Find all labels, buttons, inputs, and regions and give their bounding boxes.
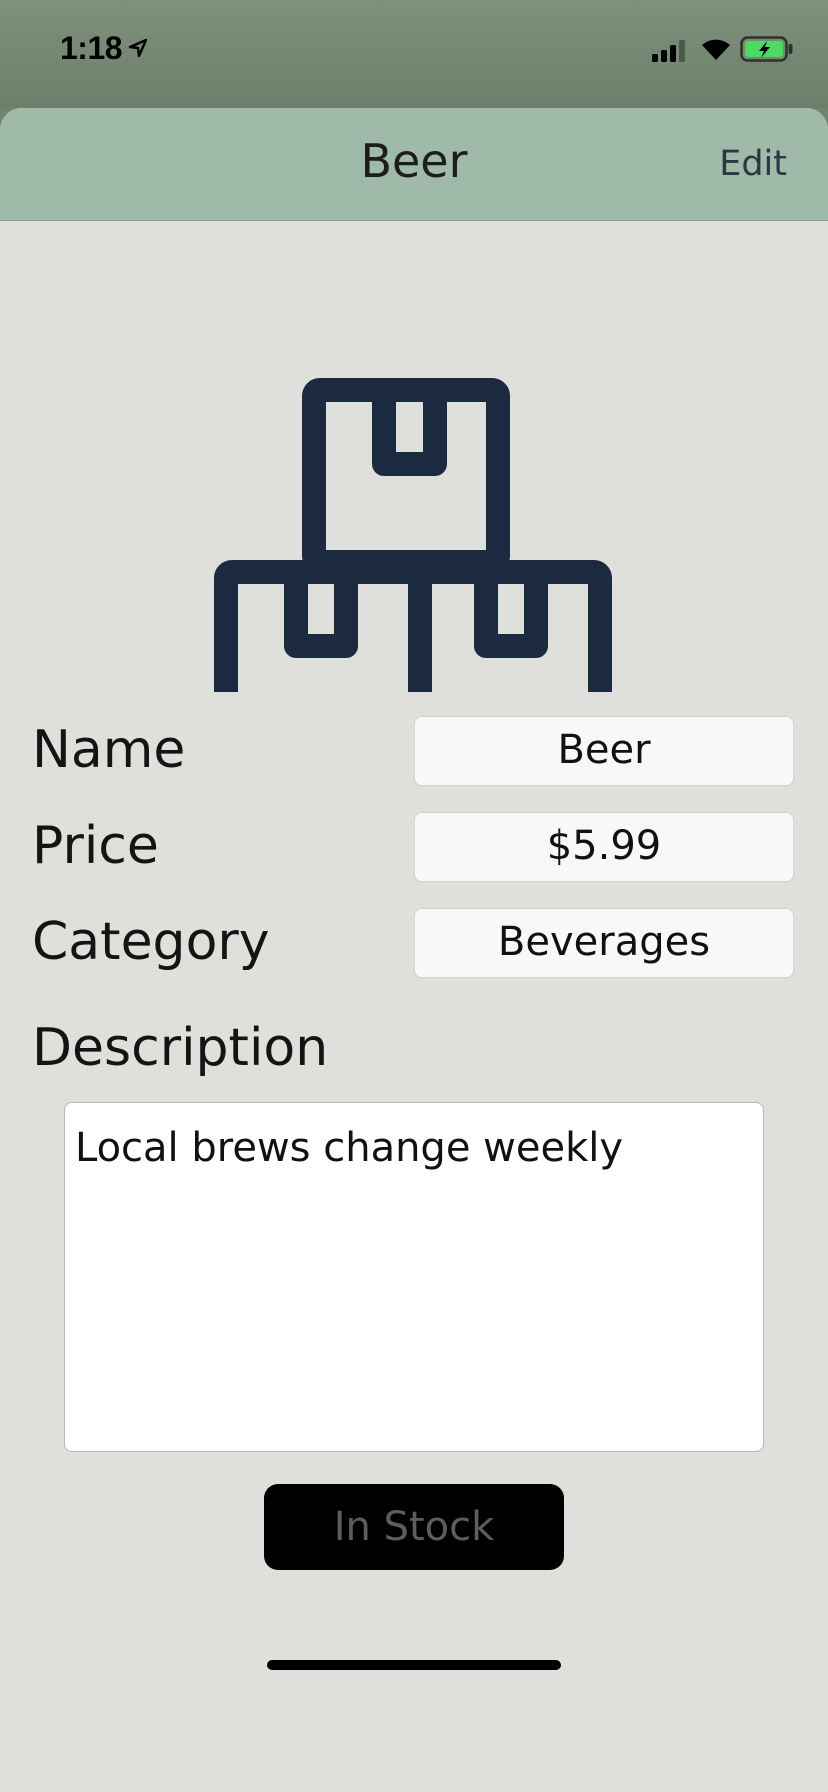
description-label: Description [32, 1018, 329, 1078]
location-arrow-icon [128, 38, 148, 63]
navigation-bar: Beer Edit [0, 108, 828, 221]
detail-sheet: Beer Edit Name Beer Price $5.99 Category… [0, 108, 828, 1792]
name-field[interactable]: Beer [414, 716, 794, 786]
price-field[interactable]: $5.99 [414, 812, 794, 882]
wifi-icon [700, 36, 732, 67]
status-bar: 1:18 [0, 0, 828, 108]
category-label: Category [32, 912, 270, 972]
nav-title: Beer [360, 134, 468, 188]
description-textarea[interactable]: Local brews change weekly [64, 1102, 764, 1452]
cellular-signal-icon [652, 40, 688, 67]
in-stock-button[interactable]: In Stock [264, 1484, 564, 1570]
name-label: Name [32, 720, 186, 780]
home-indicator[interactable] [267, 1660, 561, 1670]
status-time: 1:18 [60, 30, 123, 66]
price-label: Price [32, 816, 159, 876]
edit-button[interactable]: Edit [719, 144, 787, 184]
category-field[interactable]: Beverages [414, 908, 794, 978]
battery-charging-icon [740, 36, 794, 67]
stacked-boxes-icon [210, 278, 618, 760]
